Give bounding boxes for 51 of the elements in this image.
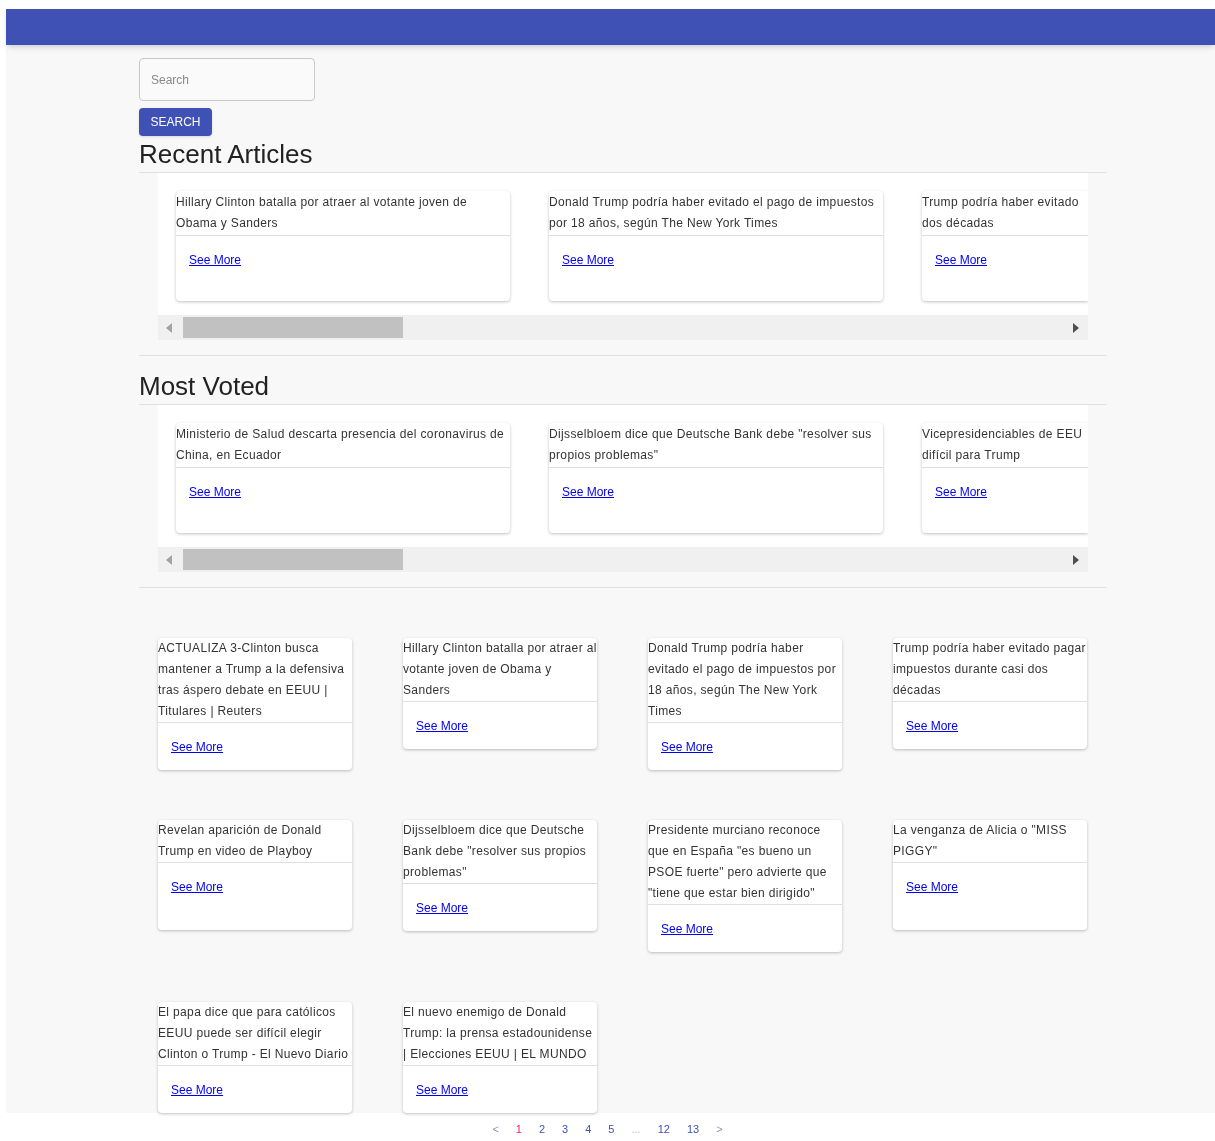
article-title: Dijsselbloem dice que Deutsche Bank debe "resolver sus propios problemas"	[549, 426, 873, 464]
page-link[interactable]: 2	[538, 1121, 546, 1138]
article-title: Ministerio de Salud descarta presencia del coronavirus de China, en Ecuador	[176, 426, 506, 464]
scroll-right-icon[interactable]	[1073, 554, 1079, 565]
see-more-link[interactable]: See More	[935, 253, 988, 267]
article-title: Presidente murciano reconoce que en España "es bueno un PSOE fuerte" pero advierte que "tiene que estar bien dirigido"	[648, 822, 828, 902]
article-title: Trump podría haber evitado pagar impuestos durante casi dos décadas	[893, 640, 1087, 699]
scroll-left-icon[interactable]	[166, 554, 172, 565]
horizontal-scrollbar[interactable]	[158, 315, 1088, 340]
article-title: Hillary Clinton batalla por atraer al votante joven de Obama y Sanders	[176, 194, 469, 232]
see-more-link[interactable]: See More	[171, 880, 224, 894]
see-more-link[interactable]: See More	[906, 880, 959, 894]
see-more-link[interactable]: See More	[416, 1083, 469, 1097]
scroll-right-icon[interactable]	[1073, 322, 1079, 333]
see-more-link[interactable]: See More	[171, 740, 224, 754]
article-title: Donald Trump podría haber evitado el pago de impuestos por 18 años, según The New York Times	[549, 194, 876, 232]
see-more-link[interactable]: See More	[562, 253, 615, 267]
scroll-left-icon[interactable]	[166, 322, 172, 333]
see-more-link[interactable]: See More	[189, 253, 242, 267]
page-link[interactable]: 3	[562, 1121, 569, 1138]
page-link[interactable]: 5	[608, 1121, 615, 1138]
page-link[interactable]: 4	[585, 1121, 592, 1138]
see-more-link[interactable]: See More	[562, 485, 615, 499]
page-link[interactable]: 1	[515, 1121, 522, 1138]
search-field[interactable]: Search	[139, 58, 315, 101]
article-title: Dijsselbloem dice que Deutsche Bank debe "resolver sus propios problemas"	[403, 822, 588, 881]
see-more-link[interactable]: See More	[416, 719, 469, 733]
see-more-link[interactable]: See More	[416, 901, 469, 915]
see-more-link[interactable]: See More	[661, 922, 714, 936]
scrollbar-thumb[interactable]	[183, 549, 403, 570]
article-title: Revelan aparición de Donald Trump en video de Playboy	[158, 822, 323, 860]
horizontal-scrollbar[interactable]	[158, 547, 1088, 572]
article-title: Hillary Clinton batalla por atraer al votante joven de Obama y Sanders	[403, 640, 597, 699]
article-title: Donald Trump podría haber evitado el pago de impuestos por 18 años, según The New York Times	[648, 640, 837, 720]
see-more-link[interactable]: See More	[661, 740, 714, 754]
article-title: Vicepresidenciables de EEU difícil para Trump	[922, 426, 1084, 464]
page-link[interactable]: 12	[657, 1121, 670, 1138]
see-more-link[interactable]: See More	[906, 719, 959, 733]
see-more-link[interactable]: See More	[189, 485, 242, 499]
scrollbar-thumb[interactable]	[183, 317, 403, 338]
article-title: El papa dice que para católicos EEUU puede ser difícil elegir Clinton o Trump - El Nuevo Diario	[158, 1004, 350, 1063]
article-title: La venganza de Alicia o "MISS PIGGY"	[893, 822, 1068, 860]
see-more-link[interactable]: See More	[171, 1083, 224, 1097]
article-title: Trump podría haber evitado dos décadas	[922, 194, 1080, 232]
section-heading: Recent Articles	[139, 139, 314, 169]
see-more-link[interactable]: See More	[935, 485, 988, 499]
article-title: ACTUALIZA 3-Clinton busca mantener a Trump a la defensiva tras áspero debate en EEUU | Titulares | Reuters	[158, 640, 346, 720]
section-heading: Most Voted	[139, 371, 271, 401]
page-link[interactable]: 13	[686, 1121, 700, 1138]
search-button[interactable]: SEARCH	[139, 108, 212, 136]
article-title: El nuevo enemigo de Donald Trump: la prensa estadounidense | Elecciones EEUU | EL MUNDO	[403, 1004, 594, 1063]
